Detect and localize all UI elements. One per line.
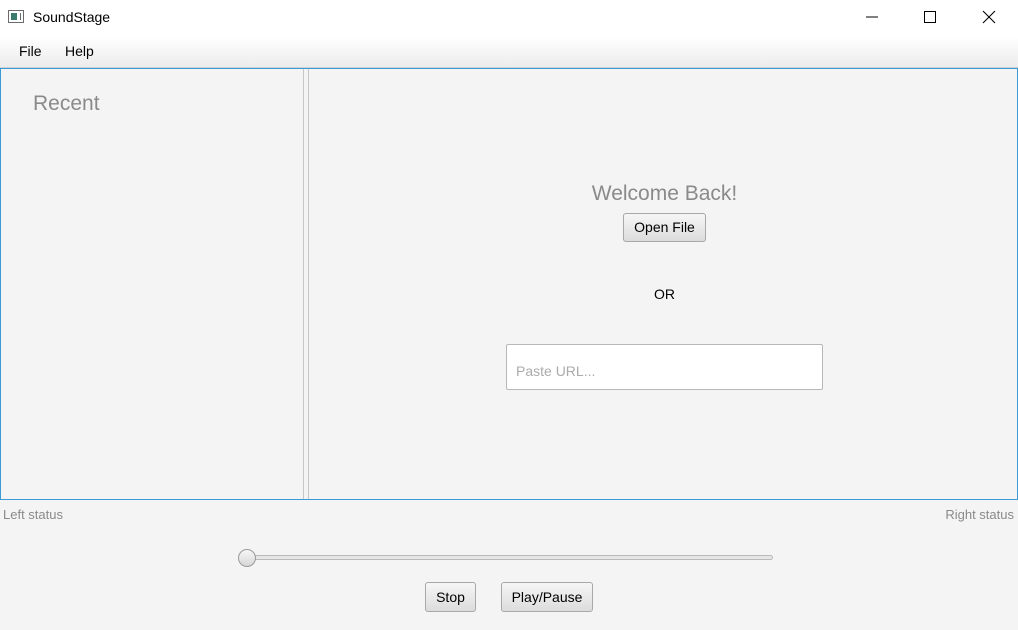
split-divider[interactable] xyxy=(303,69,309,499)
welcome-heading: Welcome Back! xyxy=(591,182,738,205)
close-icon xyxy=(982,10,996,24)
url-input[interactable] xyxy=(506,344,823,390)
minimize-button[interactable] xyxy=(849,0,895,34)
play-pause-button[interactable]: Play/Pause xyxy=(501,582,593,612)
app-icon xyxy=(8,10,24,23)
menu-help[interactable]: Help xyxy=(63,43,96,59)
stop-button[interactable]: Stop xyxy=(425,582,476,612)
maximize-icon xyxy=(924,11,936,23)
recent-panel: Recent xyxy=(1,69,303,499)
seek-slider[interactable] xyxy=(240,555,773,560)
menu-bar: File Help xyxy=(0,36,1018,68)
window-title: SoundStage xyxy=(33,9,111,25)
close-button[interactable] xyxy=(966,0,1012,34)
maximize-button[interactable] xyxy=(907,0,953,34)
menu-file[interactable]: File xyxy=(17,43,44,59)
split-pane: Recent Welcome Back! Open File OR xyxy=(0,68,1018,500)
main-window: SoundStage File Help Recent Welcome Back… xyxy=(0,0,1018,630)
minimize-icon xyxy=(866,16,878,18)
open-file-button[interactable]: Open File xyxy=(623,213,706,242)
left-status: Left status xyxy=(3,507,63,522)
title-bar: SoundStage xyxy=(0,0,1018,36)
or-label: OR xyxy=(654,286,675,302)
welcome-panel: Welcome Back! Open File OR xyxy=(310,69,1017,499)
seek-slider-thumb[interactable] xyxy=(238,549,256,567)
right-status: Right status xyxy=(945,507,1014,522)
recent-title: Recent xyxy=(33,92,100,115)
